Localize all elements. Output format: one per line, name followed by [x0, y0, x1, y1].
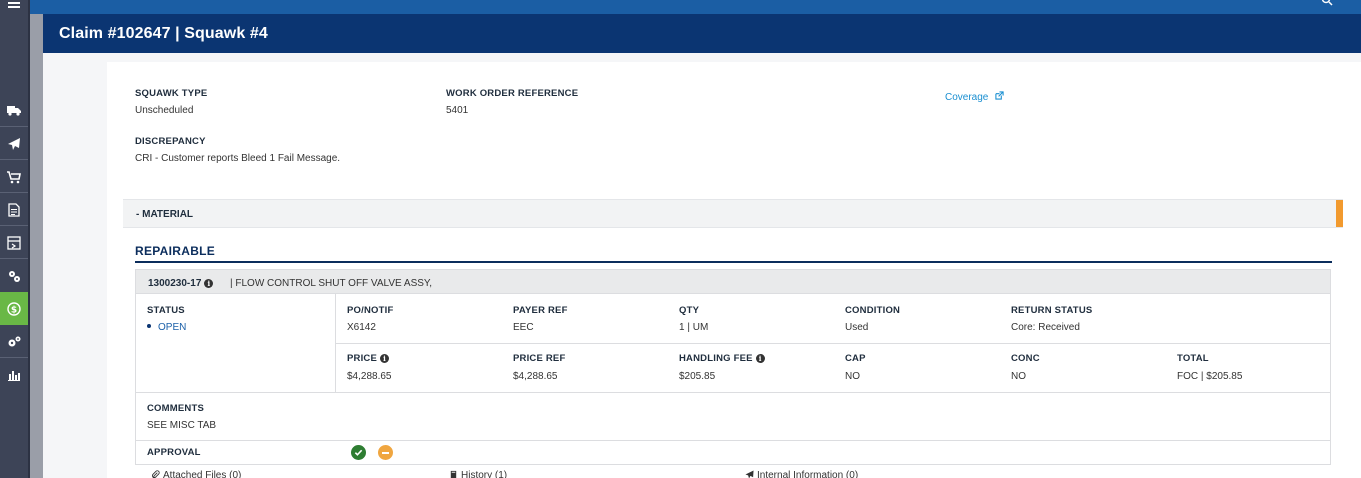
paperclip-icon	[152, 470, 160, 478]
comments-value: SEE MISC TAB	[147, 420, 217, 431]
row-divider	[136, 440, 1330, 441]
internal-information-label[interactable]: Internal Information (0)	[757, 470, 858, 478]
external-link-icon	[995, 91, 1004, 100]
nav-rail: $	[0, 0, 28, 478]
coverage-link[interactable]: Coverage	[945, 87, 1004, 105]
conc-label: CONC	[1011, 353, 1040, 364]
part-description: | FLOW CONTROL SHUT OFF VALVE ASSY,	[230, 278, 433, 289]
handling-fee-value: $205.85	[679, 371, 716, 382]
work-order-label: WORK ORDER REFERENCE	[446, 88, 579, 99]
comments-label: COMMENTS	[147, 403, 205, 414]
dollar-icon[interactable]: $	[0, 292, 28, 325]
return-status-value: Core: Received	[1011, 322, 1080, 333]
part-header: 1300230-17 i | FLOW CONTROL SHUT OFF VALV…	[135, 269, 1331, 294]
status-label: STATUS	[147, 305, 185, 316]
total-label: TOTAL	[1177, 353, 1209, 364]
condition-label: CONDITION	[845, 305, 901, 316]
book-icon	[450, 470, 457, 478]
invoice-box-icon[interactable]	[0, 226, 28, 259]
status-dot	[147, 324, 151, 328]
row-divider	[136, 392, 1330, 393]
work-order-value: 5401	[446, 105, 469, 116]
settings-gears-icon[interactable]	[0, 325, 28, 358]
page-title: Claim #102647 | Squawk #4	[59, 24, 268, 42]
condition-value: Used	[845, 322, 869, 333]
price-label: PRICE i	[347, 353, 390, 364]
svg-text:$: $	[11, 305, 17, 315]
part-number-text: 1300230-17	[148, 278, 202, 289]
attached-files-link[interactable]: Attached Files (0)	[151, 470, 241, 478]
discrepancy-value: CRI - Customer reports Bleed 1 Fail Mess…	[135, 153, 341, 164]
document-icon[interactable]	[0, 193, 28, 226]
section-accent	[1336, 200, 1343, 227]
handling-fee-label-text: HANDLING FEE	[679, 353, 753, 364]
row-divider	[336, 343, 1330, 344]
info-icon[interactable]: i	[380, 354, 390, 363]
heading-underline	[135, 261, 1332, 263]
price-value: $4,288.65	[347, 371, 392, 382]
coverage-link-label[interactable]: Coverage	[945, 92, 988, 103]
history-link[interactable]: History (1)	[449, 470, 507, 478]
repairable-heading: REPAIRABLE	[135, 244, 216, 258]
menu-icon[interactable]	[0, 0, 28, 16]
qty-label: QTY	[679, 305, 700, 316]
bar-chart-icon[interactable]	[0, 358, 28, 391]
search-icon[interactable]	[1321, 0, 1333, 9]
material-section-title[interactable]: - MATERIAL	[136, 209, 193, 220]
total-value: FOC | $205.85	[1177, 371, 1243, 382]
info-icon[interactable]: i	[204, 279, 214, 288]
price-ref-value: $4,288.65	[513, 371, 558, 382]
internal-information-link[interactable]: Internal Information (0)	[745, 470, 858, 478]
po-notif-label: PO/NOTIF	[347, 305, 394, 316]
price-ref-label: PRICE REF	[513, 353, 566, 364]
airplane-icon	[745, 470, 754, 478]
qty-value: 1 | UM	[679, 322, 709, 333]
info-icon[interactable]: i	[755, 354, 765, 363]
price-label-text: PRICE	[347, 353, 378, 364]
handling-fee-label: HANDLING FEE i	[679, 353, 765, 364]
page-title-bar: Claim #102647 | Squawk #4	[43, 14, 1361, 53]
squawk-type-label: SQUAWK TYPE	[135, 88, 208, 99]
approval-label: APPROVAL	[147, 447, 201, 458]
truck-icon[interactable]	[0, 93, 28, 126]
po-notif-value: X6142	[347, 322, 376, 333]
top-app-bar	[30, 0, 1361, 14]
discrepancy-label: DISCREPANCY	[135, 136, 206, 147]
approve-check-icon[interactable]	[351, 445, 366, 460]
cap-label: CAP	[845, 353, 866, 364]
airplane-icon[interactable]	[0, 127, 28, 160]
status-value: OPEN	[147, 322, 186, 333]
app-root: $ Claim #102647 | Squawk #4 SQUAWK TYPE …	[0, 0, 1361, 478]
reject-minus-icon[interactable]	[378, 445, 393, 460]
payer-ref-value: EEC	[513, 322, 534, 333]
material-section-toggle[interactable]: - MATERIAL	[123, 199, 1343, 228]
conc-value: NO	[1011, 371, 1026, 382]
cap-value: NO	[845, 371, 860, 382]
collapsed-panel	[30, 0, 43, 478]
history-label[interactable]: History (1)	[461, 470, 507, 478]
payer-ref-label: PAYER REF	[513, 305, 568, 316]
squawk-type-value: Unscheduled	[135, 105, 194, 116]
return-status-label: RETURN STATUS	[1011, 305, 1093, 316]
exchange-gears-icon[interactable]	[0, 259, 28, 292]
cart-icon[interactable]	[0, 160, 28, 193]
part-number: 1300230-17 i	[148, 278, 214, 289]
attached-files-label[interactable]: Attached Files (0)	[163, 470, 241, 478]
status-value-text: OPEN	[158, 322, 187, 333]
